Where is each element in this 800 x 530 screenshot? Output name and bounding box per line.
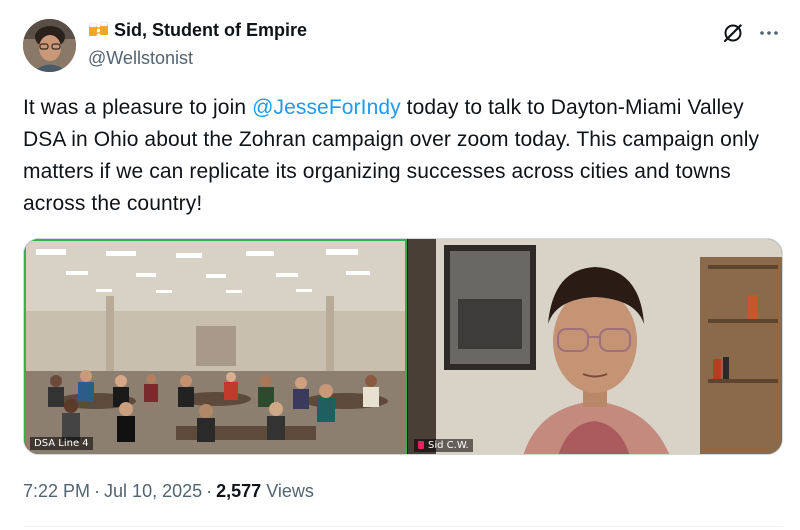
- author-handle[interactable]: @Wellstonist: [88, 48, 193, 69]
- beer-mugs-icon: [88, 21, 109, 36]
- author-display-name[interactable]: Sid, Student of Empire: [88, 20, 307, 41]
- zoom-tile-speaker: Sid C.W.: [408, 239, 782, 454]
- zoom-label-room: DSA Line 4: [30, 437, 93, 450]
- views-label: Views: [266, 481, 314, 501]
- views-count[interactable]: 2,577: [216, 481, 261, 501]
- tweet-text-part1: It was a pleasure to join: [23, 96, 253, 119]
- zoom-label-speaker-text: Sid C.W.: [428, 440, 469, 451]
- mic-muted-icon: [418, 441, 424, 449]
- meta-separator: ·: [206, 481, 213, 501]
- speaker-scene: [408, 239, 782, 454]
- zoom-tile-room: DSA Line 4: [24, 239, 407, 454]
- meta-separator: ·: [94, 481, 101, 501]
- tweet-time[interactable]: 7:22 PM: [23, 481, 90, 501]
- tweet-text: It was a pleasure to join @JesseForIndy …: [23, 92, 783, 220]
- mention-link[interactable]: @JesseForIndy: [252, 96, 401, 119]
- room-scene: [26, 241, 405, 454]
- more-icon[interactable]: [757, 24, 781, 42]
- tweet-date[interactable]: Jul 10, 2025: [104, 481, 202, 501]
- grok-icon[interactable]: [722, 22, 744, 44]
- media-image[interactable]: DSA Line 4 Sid C.W.: [23, 238, 783, 455]
- avatar-image: [23, 19, 76, 72]
- tweet-meta: 7:22 PM · Jul 10, 2025 · 2,577 Views: [23, 481, 314, 502]
- zoom-label-speaker: Sid C.W.: [414, 439, 473, 452]
- divider: [23, 526, 783, 527]
- author-display-name-text: Sid, Student of Empire: [114, 20, 308, 40]
- avatar[interactable]: [23, 19, 76, 72]
